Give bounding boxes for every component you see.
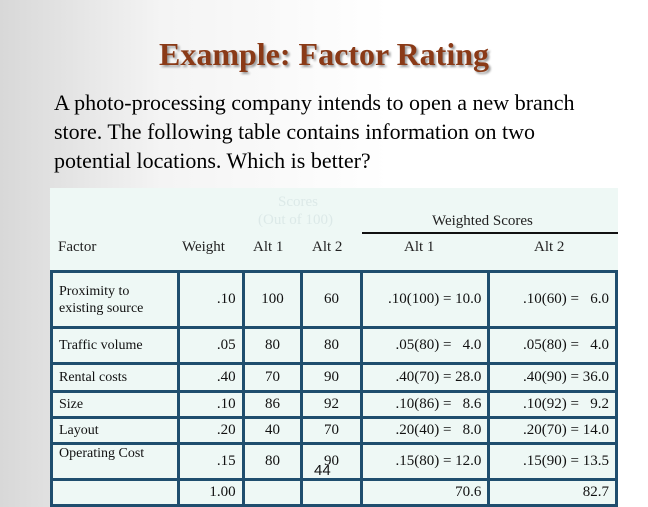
weighted-alt1-cell: .15(80) = 12.0 — [359, 442, 491, 481]
factor-cell: Layout — [49, 416, 181, 445]
weighted-alt1-cell: .10(100) = 10.0 — [359, 270, 491, 329]
factor-rating-table: Scores (Out of 100) Weighted Scores Fact… — [49, 188, 618, 507]
alt1-score-cell: 70 — [241, 362, 304, 393]
intro-text: A photo-processing company intends to op… — [54, 90, 575, 173]
header-weighted-scores: Weighted Scores — [432, 213, 533, 229]
header-alt1: Alt 1 — [253, 239, 284, 255]
weighted-alt1-cell: .40(70) = 28.0 — [359, 362, 491, 393]
alt1-score-cell: 80 — [241, 326, 304, 365]
blank-cell — [300, 478, 363, 507]
slide-title: Example: Factor Rating — [158, 36, 490, 72]
table-row: Operating Cost .15 80 90.15(80) = 12.0.15(9… — [49, 442, 618, 481]
data-table: Proximity to existing source .10 100 60.10(… — [49, 270, 618, 507]
table-row: Size .10 86 92.10(86) = 8.6.10(92) = 9.2 — [49, 390, 618, 419]
factor-cell: Traffic volume — [49, 326, 181, 365]
table-row: Layout .20 40 70.20(40) = 8.0.20(70) = 14.0 — [49, 416, 618, 445]
header-weighted-alt2: Alt 2 — [534, 239, 565, 255]
totals-label-cell — [49, 478, 181, 507]
weight-cell: .15 — [177, 442, 245, 481]
weight-cell: .40 — [177, 362, 245, 393]
header-weight: Weight — [182, 239, 225, 255]
weight-cell: .10 — [177, 270, 245, 329]
weight-cell: .05 — [177, 326, 245, 365]
weighted-alt2-cell: .15(90) = 13.5 — [487, 442, 618, 481]
header-scores: Scores — [278, 194, 318, 210]
blank-cell — [241, 478, 304, 507]
weight-cell: .10 — [177, 390, 245, 419]
weighted-alt2-cell: .10(92) = 9.2 — [487, 390, 618, 419]
alt2-score-cell: 90 — [300, 442, 363, 481]
alt2-score-cell: 90 — [300, 362, 363, 393]
table-row: Traffic volume .05 80 80.05(80) = 4.0.05(80… — [49, 326, 618, 365]
header-weighted-alt1: Alt 1 — [404, 239, 435, 255]
weighted-alt1-cell: .10(86) = 8.6 — [359, 390, 491, 419]
weighted-alt2-cell: .40(90) = 36.0 — [487, 362, 618, 393]
factor-cell: Rental costs — [49, 362, 181, 393]
alt2-score-cell: 70 — [300, 416, 363, 445]
header-factor: Factor — [58, 239, 97, 255]
factor-cell: Size — [49, 390, 181, 419]
weighted-alt1-cell: .05(80) = 4.0 — [359, 326, 491, 365]
weighted-alt1-cell: .20(40) = 8.0 — [359, 416, 491, 445]
alt1-score-cell: 86 — [241, 390, 304, 419]
total-alt1-cell: 70.6 — [359, 478, 491, 507]
alt1-score-cell: 40 — [241, 416, 304, 445]
total-weight-cell: 1.00 — [177, 478, 245, 507]
total-alt2-cell: 82.7 — [487, 478, 618, 507]
table-row: Proximity to existing source .10 100 60.10(… — [49, 270, 618, 329]
factor-cell: Proximity to existing source — [49, 270, 181, 329]
alt2-score-cell: 80 — [300, 326, 363, 365]
weighted-alt2-cell: .20(70) = 14.0 — [487, 416, 618, 445]
weight-cell: .20 — [177, 416, 245, 445]
alt1-score-cell: 100 — [241, 270, 304, 329]
alt2-score-cell: 60 — [300, 270, 363, 329]
weighted-alt2-cell: .05(80) = 4.0 — [487, 326, 618, 365]
table-row: Rental costs .40 70 90.40(70) = 28.0.40(90)… — [49, 362, 618, 393]
factor-cell: Operating Cost — [49, 442, 181, 481]
alt1-score-cell: 80 — [241, 442, 304, 481]
weighted-alt2-cell: .10(60) = 6.0 — [487, 270, 618, 329]
page-number: 44 — [314, 462, 331, 479]
alt2-score-cell: 92 — [300, 390, 363, 419]
header-divider — [362, 232, 618, 234]
header-alt2: Alt 2 — [312, 239, 343, 255]
totals-row: 1.00 70.6 82.7 — [49, 478, 618, 507]
header-out-of: (Out of 100) — [258, 212, 333, 228]
